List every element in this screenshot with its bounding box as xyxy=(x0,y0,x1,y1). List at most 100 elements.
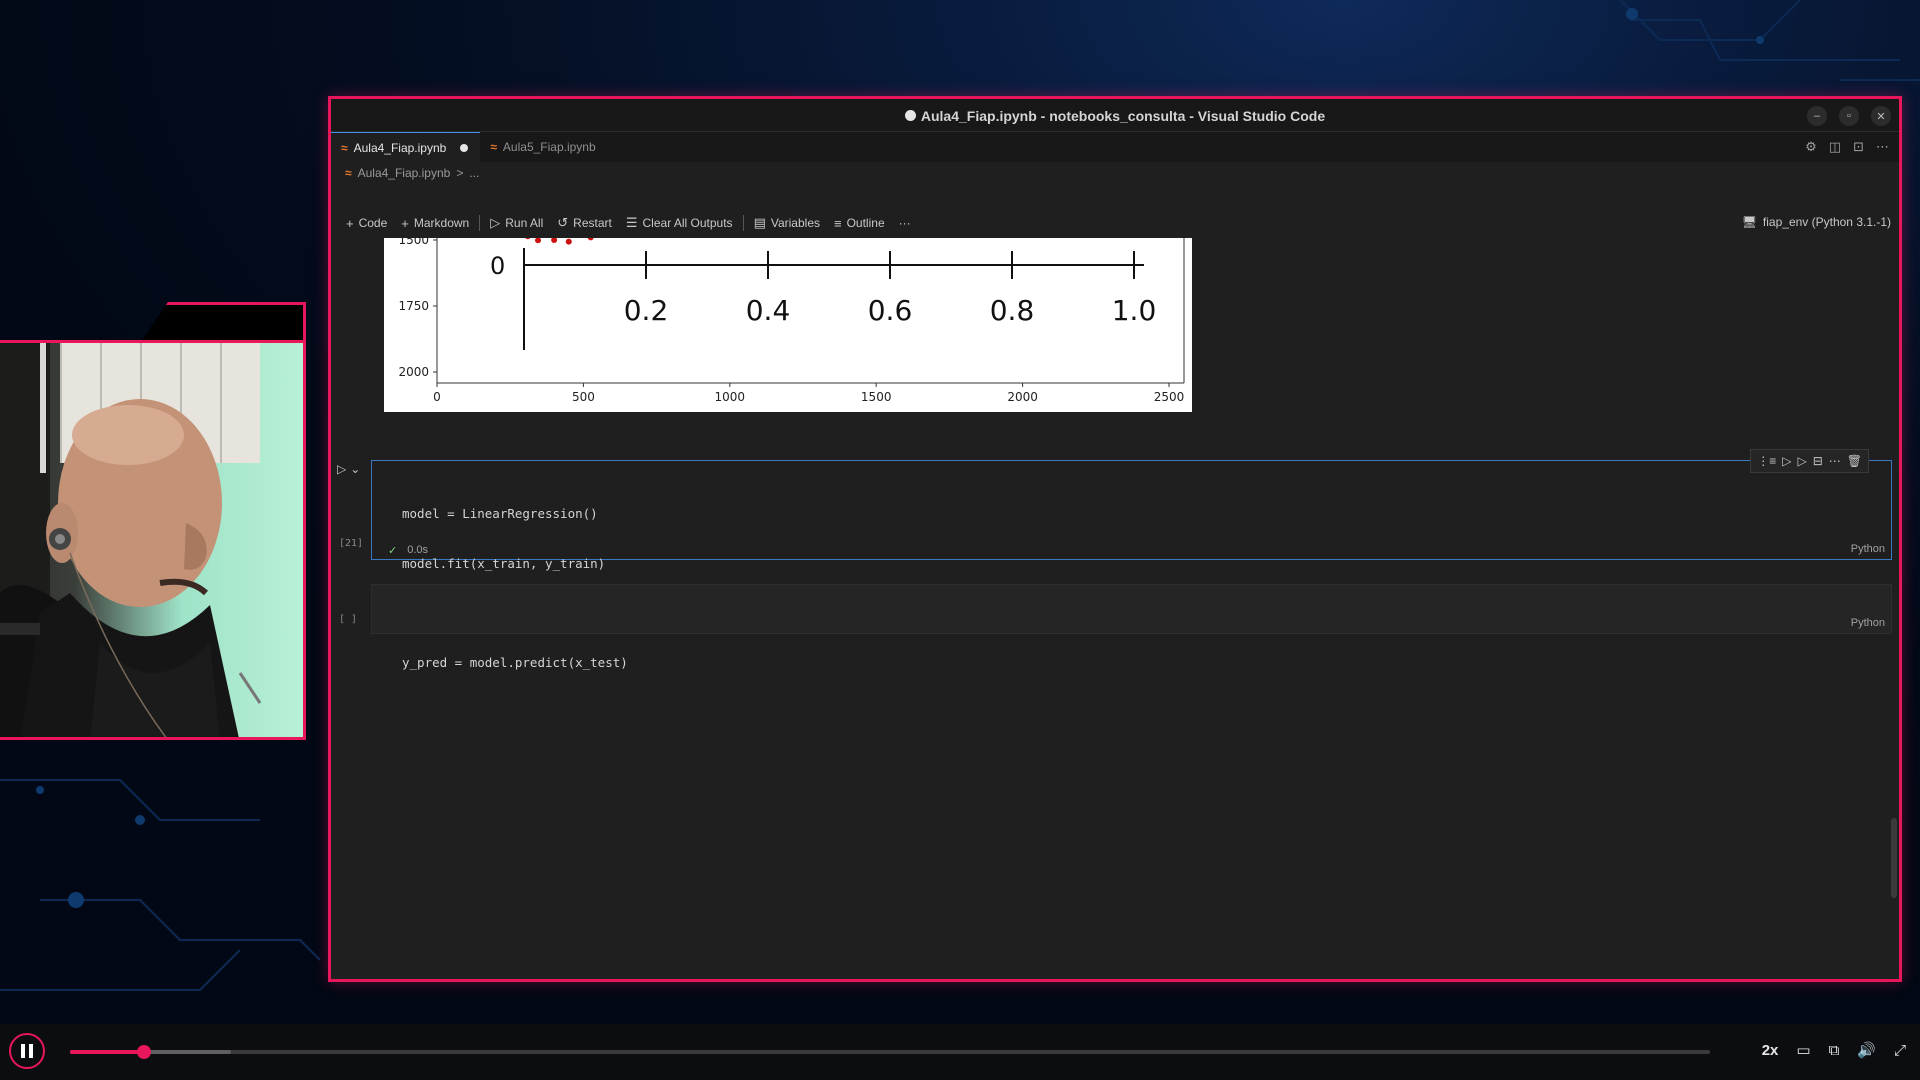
more-cell-actions-icon[interactable]: ⋯ xyxy=(1829,454,1841,468)
execution-count: [ ] xyxy=(339,614,358,625)
window-controls: – ▫ ✕ xyxy=(1807,106,1891,126)
toolbar-divider xyxy=(742,215,744,231)
breadcrumb-more[interactable]: ... xyxy=(469,166,479,180)
data-point xyxy=(565,238,572,245)
notebook-toolbar: + Code + Markdown ▷ Run All ↺ Restart ☰ … xyxy=(331,208,1899,238)
webcam-video xyxy=(0,340,306,740)
check-icon: ✓ xyxy=(388,545,398,557)
seek-progress xyxy=(70,1050,144,1054)
code-line[interactable]: model.fit(x_train, y_train) xyxy=(402,556,628,573)
x-tick-label: 1500 xyxy=(861,390,892,404)
add-markdown-label: Markdown xyxy=(413,216,470,230)
execute-below-icon[interactable]: ▷ xyxy=(1797,454,1806,468)
variables-label: Variables xyxy=(770,216,820,230)
cell-toolbar: ⋮≡ ▷ ▷ ⊟ ⋯ 🗑 xyxy=(1750,449,1869,473)
more-toolbar-button[interactable]: ··· xyxy=(892,216,918,230)
code-cell[interactable]: ⋮≡ ▷ ▷ ⊟ ⋯ 🗑 model = LinearRegression() … xyxy=(371,449,1892,670)
chevron-down-icon[interactable]: ⌄ xyxy=(350,462,360,476)
y-tick-label: 1500 xyxy=(398,238,429,247)
inset-x-tick-label: 0.2 xyxy=(624,294,669,327)
unsaved-dot-icon xyxy=(904,110,916,121)
title-bar: Aula4_Fiap.ipynb - notebooks_consulta - … xyxy=(331,99,1899,132)
variables-button[interactable]: ▤ Variables xyxy=(747,215,827,231)
breadcrumb-file[interactable]: Aula4_Fiap.ipynb xyxy=(358,166,451,180)
split-cell-icon[interactable]: ⊟ xyxy=(1813,454,1823,468)
notebook-icon: ≈ xyxy=(345,166,352,180)
fullscreen-icon[interactable]: ⤢ xyxy=(1894,1042,1906,1059)
vertical-scrollbar[interactable] xyxy=(1891,818,1897,898)
pause-icon xyxy=(21,1044,25,1058)
code-line[interactable]: model = LinearRegression() xyxy=(402,506,628,523)
outline-label: Outline xyxy=(846,216,885,230)
run-all-button[interactable]: ▷ Run All xyxy=(483,215,550,231)
restart-button[interactable]: ↺ Restart xyxy=(550,215,619,231)
run-by-line-icon[interactable]: ⋮≡ xyxy=(1757,454,1776,468)
clear-outputs-button[interactable]: ☰ Clear All Outputs xyxy=(619,215,740,231)
editor-tab-bar: ≈ Aula4_Fiap.ipynb ≈ Aula5_Fiap.ipynb ⚙ … xyxy=(331,132,1899,162)
add-code-cell-button[interactable]: + Code xyxy=(339,216,394,231)
cell-language[interactable]: Python xyxy=(1851,617,1885,629)
minimize-button[interactable]: – xyxy=(1807,106,1827,126)
code-line[interactable]: y_pred = model.predict(x_test) xyxy=(402,655,628,672)
window-title: Aula4_Fiap.ipynb - notebooks_consulta - … xyxy=(331,99,1899,132)
captions-icon[interactable]: ▭ xyxy=(1796,1041,1810,1059)
clear-all-icon: ☰ xyxy=(625,215,638,230)
play-icon: ▷ xyxy=(490,215,501,230)
split-editor-icon[interactable]: ◫ xyxy=(1829,139,1841,155)
add-markdown-cell-button[interactable]: + Markdown xyxy=(394,216,476,231)
y-tick-label: 2000 xyxy=(398,365,429,379)
unsaved-dot-icon[interactable] xyxy=(460,143,469,152)
seek-thumb[interactable] xyxy=(136,1045,151,1059)
notebook-icon: ≈ xyxy=(490,140,497,154)
seek-bar[interactable] xyxy=(70,1045,1710,1059)
tab-aula5[interactable]: ≈ Aula5_Fiap.ipynb xyxy=(480,132,607,162)
data-point xyxy=(525,238,531,240)
breadcrumb: ≈ Aula4_Fiap.ipynb > ... xyxy=(331,162,1899,184)
tab-label: Aula5_Fiap.ipynb xyxy=(502,140,596,154)
scatter-chart: 0 500 1000 1500 2000 2500 1500 1750 2000 0 0.2 0.4 0… xyxy=(398,238,1185,404)
x-tick-label: 500 xyxy=(572,390,595,404)
run-all-label: Run All xyxy=(505,216,544,230)
pause-button[interactable] xyxy=(9,1033,45,1069)
inset-x-tick-label: 0.4 xyxy=(746,294,791,327)
kernel-icon: 🖥 xyxy=(1741,215,1757,229)
playback-speed-button[interactable]: 2x xyxy=(1762,1042,1779,1059)
execution-count: [21] xyxy=(339,538,364,549)
tab-label: Aula4_Fiap.ipynb xyxy=(353,140,447,155)
x-tick-label: 2000 xyxy=(1007,390,1038,404)
picture-in-picture-icon[interactable]: ⧉ xyxy=(1829,1042,1840,1059)
breadcrumb-separator: > xyxy=(456,166,464,180)
delete-cell-icon[interactable]: 🗑 xyxy=(1847,454,1862,468)
cell-run-controls: ▷ ⌄ xyxy=(337,462,360,476)
volume-icon[interactable]: 🔊 xyxy=(1857,1041,1876,1059)
inset-x-tick-label: 0.6 xyxy=(868,294,913,327)
execute-above-icon[interactable]: ▷ xyxy=(1782,454,1791,468)
add-code-label: Code xyxy=(358,216,388,230)
x-tick-label: 1000 xyxy=(715,390,746,404)
restart-icon: ↺ xyxy=(557,215,569,230)
restore-button[interactable]: ▫ xyxy=(1839,106,1859,126)
outline-button[interactable]: ≡ Outline xyxy=(827,216,892,231)
lock-icon[interactable]: ⊡ xyxy=(1853,139,1864,155)
settings-icon[interactable]: ⚙ xyxy=(1805,139,1817,155)
cell-language[interactable]: Python xyxy=(1851,543,1885,555)
vscode-window: Aula4_Fiap.ipynb - notebooks_consulta - … xyxy=(328,96,1902,982)
restart-label: Restart xyxy=(573,216,612,230)
notebook-body: 0 500 1000 1500 2000 2500 1500 1750 2000 0 0.2 0.4 0… xyxy=(331,238,1899,979)
toolbar-divider xyxy=(479,215,481,231)
more-actions-icon[interactable]: ⋯ xyxy=(1876,139,1889,155)
empty-code-cell[interactable]: Python xyxy=(371,584,1892,634)
tab-aula4[interactable]: ≈ Aula4_Fiap.ipynb xyxy=(331,132,481,162)
data-point xyxy=(587,238,594,241)
run-cell-icon[interactable]: ▷ xyxy=(337,462,346,476)
data-point xyxy=(551,238,558,243)
player-controls: 2x ▭ ⧉ 🔊 ⤢ xyxy=(1762,1041,1906,1060)
outline-icon: ≡ xyxy=(834,215,842,231)
kernel-label: fiap_env (Python 3.1.-1) xyxy=(1762,215,1891,229)
cell-output-chart: 0 500 1000 1500 2000 2500 1500 1750 2000 0 0.2 0.4 0… xyxy=(384,238,1192,412)
close-button[interactable]: ✕ xyxy=(1871,106,1891,126)
inset-y-label: 0 xyxy=(490,252,505,280)
cell-status: ✓ 0.0s xyxy=(388,544,428,557)
y-tick-label: 1750 xyxy=(398,299,429,313)
kernel-picker[interactable]: 🖥 fiap_env (Python 3.1.-1) xyxy=(1742,215,1891,229)
